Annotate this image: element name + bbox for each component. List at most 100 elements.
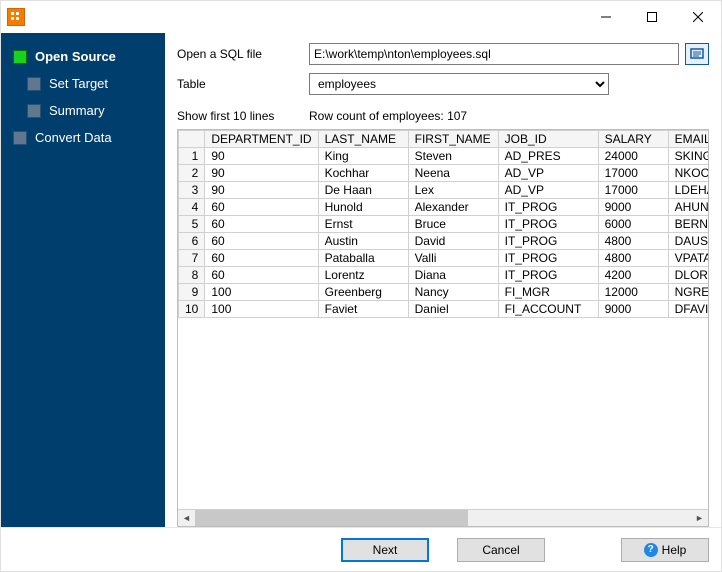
table-row[interactable]: 10100FavietDanielFI_ACCOUNT9000DFAVIET (179, 301, 709, 318)
cell[interactable]: 60 (205, 267, 318, 284)
maximize-button[interactable] (629, 1, 675, 33)
cell[interactable]: Pataballa (318, 250, 408, 267)
table-select[interactable]: employees (309, 73, 609, 95)
cell[interactable]: NKOCHHAR (668, 165, 708, 182)
cell[interactable]: NGREENBE (668, 284, 708, 301)
cell[interactable]: Nancy (408, 284, 498, 301)
cell[interactable]: Lorentz (318, 267, 408, 284)
help-button[interactable]: ? Help (621, 538, 709, 562)
cell[interactable]: IT_PROG (498, 233, 598, 250)
cell[interactable]: SKING (668, 148, 708, 165)
cell[interactable]: 90 (205, 182, 318, 199)
cell[interactable]: BERNST (668, 216, 708, 233)
horizontal-scrollbar[interactable]: ◄ ► (178, 509, 708, 526)
table-row[interactable]: 290KochharNeenaAD_VP17000NKOCHHAR (179, 165, 709, 182)
cell[interactable]: King (318, 148, 408, 165)
cell[interactable]: 4800 (598, 250, 668, 267)
table-row[interactable]: 190KingStevenAD_PRES24000SKING (179, 148, 709, 165)
cell[interactable]: 100 (205, 284, 318, 301)
cell[interactable]: 60 (205, 250, 318, 267)
cell[interactable]: Kochhar (318, 165, 408, 182)
cell[interactable]: Greenberg (318, 284, 408, 301)
cell[interactable]: AHUNOLD (668, 199, 708, 216)
cell[interactable]: Lex (408, 182, 498, 199)
cell[interactable]: 24000 (598, 148, 668, 165)
cell[interactable]: Diana (408, 267, 498, 284)
cell[interactable]: 12000 (598, 284, 668, 301)
cell[interactable]: DLORENTZ (668, 267, 708, 284)
cell[interactable]: DFAVIET (668, 301, 708, 318)
table-label: Table (177, 77, 309, 91)
cell[interactable]: IT_PROG (498, 199, 598, 216)
column-header[interactable]: EMAIL (668, 131, 708, 148)
scroll-left-arrow[interactable]: ◄ (178, 510, 195, 527)
cell[interactable]: Faviet (318, 301, 408, 318)
cell[interactable]: 4200 (598, 267, 668, 284)
cell[interactable]: 9000 (598, 199, 668, 216)
scroll-thumb[interactable] (195, 510, 468, 527)
cell[interactable]: IT_PROG (498, 216, 598, 233)
cell[interactable]: 4800 (598, 233, 668, 250)
cell[interactable]: 100 (205, 301, 318, 318)
cell[interactable]: De Haan (318, 182, 408, 199)
cell[interactable]: FI_ACCOUNT (498, 301, 598, 318)
cancel-button[interactable]: Cancel (457, 538, 545, 562)
column-header[interactable]: DEPARTMENT_ID (205, 131, 318, 148)
cell[interactable]: David (408, 233, 498, 250)
step-marker-icon (13, 50, 27, 64)
table-row[interactable]: 860LorentzDianaIT_PROG4200DLORENTZ (179, 267, 709, 284)
cell[interactable]: DAUSTIN (668, 233, 708, 250)
column-header[interactable]: SALARY (598, 131, 668, 148)
cell[interactable]: Valli (408, 250, 498, 267)
cell[interactable]: 90 (205, 165, 318, 182)
table-row[interactable]: 460HunoldAlexanderIT_PROG9000AHUNOLD (179, 199, 709, 216)
step-label: Convert Data (35, 130, 112, 145)
table-row[interactable]: 9100GreenbergNancyFI_MGR12000NGREENBE (179, 284, 709, 301)
cell[interactable]: Austin (318, 233, 408, 250)
wizard-step-open-source[interactable]: Open Source (1, 43, 165, 70)
cell[interactable]: IT_PROG (498, 250, 598, 267)
sql-file-input[interactable] (309, 43, 679, 65)
open-file-label: Open a SQL file (177, 47, 309, 61)
cell[interactable]: AD_VP (498, 182, 598, 199)
cell[interactable]: FI_MGR (498, 284, 598, 301)
wizard-step-summary[interactable]: Summary (1, 97, 165, 124)
close-button[interactable] (675, 1, 721, 33)
minimize-button[interactable] (583, 1, 629, 33)
cell[interactable]: AD_PRES (498, 148, 598, 165)
column-header[interactable]: JOB_ID (498, 131, 598, 148)
scroll-right-arrow[interactable]: ► (691, 510, 708, 527)
cell[interactable]: Alexander (408, 199, 498, 216)
cell[interactable]: Steven (408, 148, 498, 165)
table-row[interactable]: 760PataballaValliIT_PROG4800VPATABAL (179, 250, 709, 267)
cell[interactable]: Bruce (408, 216, 498, 233)
cell[interactable]: 17000 (598, 182, 668, 199)
cell[interactable]: IT_PROG (498, 267, 598, 284)
column-header[interactable]: LAST_NAME (318, 131, 408, 148)
cell[interactable]: 90 (205, 148, 318, 165)
browse-file-button[interactable] (685, 43, 709, 65)
cell[interactable]: Neena (408, 165, 498, 182)
wizard-step-convert-data[interactable]: Convert Data (1, 124, 165, 151)
cell[interactable]: 60 (205, 233, 318, 250)
cell[interactable]: AD_VP (498, 165, 598, 182)
step-label: Summary (49, 103, 105, 118)
table-row[interactable]: 660AustinDavidIT_PROG4800DAUSTIN (179, 233, 709, 250)
cell[interactable]: 9000 (598, 301, 668, 318)
cell[interactable]: LDEHAAN (668, 182, 708, 199)
cell[interactable]: 17000 (598, 165, 668, 182)
table-row[interactable]: 560ErnstBruceIT_PROG6000BERNST (179, 216, 709, 233)
column-header[interactable]: FIRST_NAME (408, 131, 498, 148)
cell[interactable]: VPATABAL (668, 250, 708, 267)
step-marker-icon (13, 131, 27, 145)
cell[interactable]: Ernst (318, 216, 408, 233)
next-button[interactable]: Next (341, 538, 429, 562)
cell[interactable]: Daniel (408, 301, 498, 318)
cell[interactable]: 60 (205, 216, 318, 233)
scroll-track[interactable] (195, 510, 691, 527)
cell[interactable]: Hunold (318, 199, 408, 216)
cell[interactable]: 60 (205, 199, 318, 216)
wizard-step-set-target[interactable]: Set Target (1, 70, 165, 97)
cell[interactable]: 6000 (598, 216, 668, 233)
table-row[interactable]: 390De HaanLexAD_VP17000LDEHAAN (179, 182, 709, 199)
